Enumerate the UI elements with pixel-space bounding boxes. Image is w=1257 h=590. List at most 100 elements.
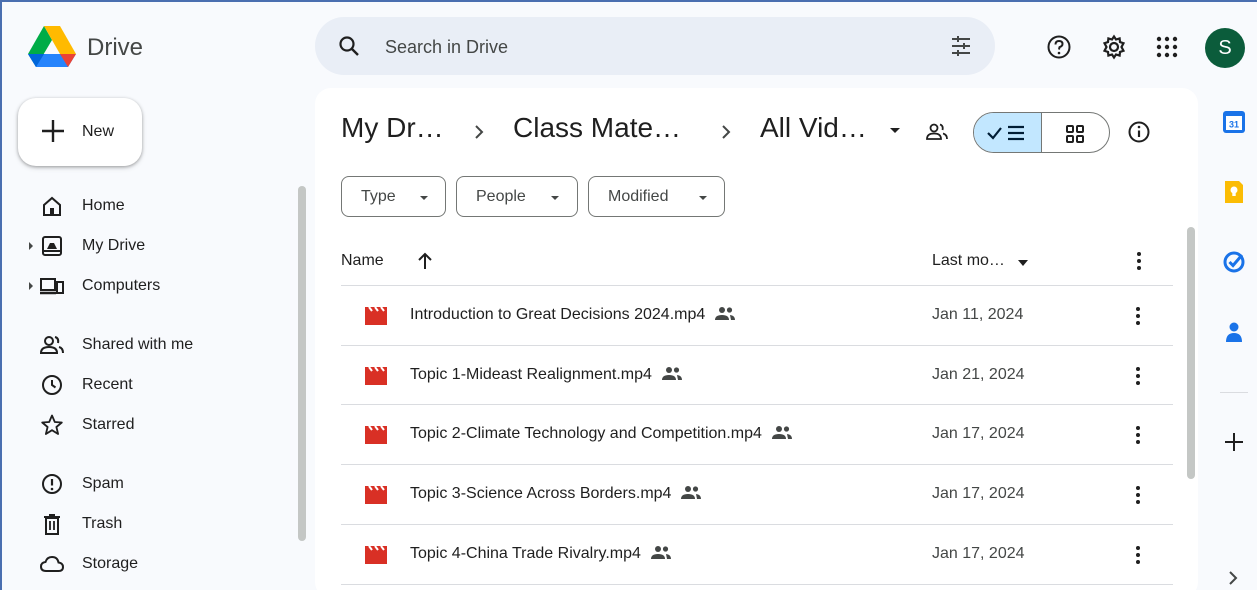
- expand-caret-icon[interactable]: [29, 282, 33, 290]
- chevron-right-icon[interactable]: [1227, 570, 1239, 586]
- my-drive-icon: [42, 236, 62, 256]
- file-modified-date: Jan 17, 2024: [932, 545, 1025, 562]
- keep-notes-icon[interactable]: [1222, 180, 1246, 204]
- file-row[interactable]: Topic 2-Climate Technology and Competiti…: [341, 405, 1173, 464]
- file-modified-date: Jan 21, 2024: [932, 366, 1025, 383]
- more-vert-icon[interactable]: [1135, 306, 1141, 326]
- sort-caret-icon[interactable]: [1018, 260, 1028, 266]
- file-row[interactable]: Topic 3-Science Across Borders.mp4 Jan 1…: [341, 465, 1173, 524]
- view-toggle: [973, 112, 1110, 153]
- sidebar-item-home[interactable]: Home: [0, 188, 295, 224]
- more-vert-icon[interactable]: [1135, 366, 1141, 386]
- clock-icon: [42, 375, 62, 395]
- breadcrumb-item[interactable]: My Dr…: [341, 112, 444, 144]
- file-row[interactable]: Topic 1-Mideast Realignment.mp4 Jan 21, …: [341, 346, 1173, 405]
- chevron-down-icon: [551, 196, 559, 200]
- shared-people-icon: [661, 367, 682, 380]
- column-header-name[interactable]: Name: [341, 252, 384, 270]
- account-avatar[interactable]: S: [1205, 28, 1245, 68]
- file-list-scrollbar[interactable]: [1187, 227, 1195, 479]
- more-vert-icon[interactable]: [1135, 425, 1141, 445]
- sidebar-scrollbar[interactable]: [298, 186, 306, 541]
- breadcrumb-item[interactable]: Class Mate…: [513, 112, 681, 144]
- sidebar-item-label: My Drive: [82, 237, 146, 254]
- file-modified-date: Jan 11, 2024: [932, 306, 1024, 323]
- breadcrumb-current[interactable]: All Vid…: [760, 112, 867, 144]
- sidebar-item-label: Home: [82, 197, 125, 214]
- file-name[interactable]: Topic 4-China Trade Rivalry.mp4: [410, 545, 671, 563]
- new-button[interactable]: New: [18, 98, 142, 166]
- grid-view-icon: [1066, 125, 1084, 143]
- app-title: Drive: [87, 34, 144, 61]
- chevron-right-icon: [475, 125, 484, 139]
- chip-label: People: [476, 188, 526, 205]
- search-options-icon[interactable]: [949, 34, 973, 58]
- sidebar-item-label: Trash: [82, 515, 123, 532]
- sidebar-item-starred[interactable]: Starred: [0, 407, 295, 443]
- video-file-icon: [365, 367, 387, 385]
- plus-icon: [42, 120, 64, 142]
- shared-people-icon: [681, 486, 702, 499]
- sidebar-item-computers[interactable]: Computers: [0, 268, 295, 304]
- help-icon[interactable]: [1046, 34, 1072, 60]
- shared-folder-icon[interactable]: [925, 120, 949, 144]
- more-vert-icon[interactable]: [1135, 485, 1141, 505]
- more-vert-icon[interactable]: [1135, 545, 1141, 565]
- cloud-icon: [40, 555, 64, 572]
- calendar-icon[interactable]: 31: [1222, 110, 1246, 134]
- sidebar-item-label: Shared with me: [82, 336, 194, 353]
- file-name[interactable]: Topic 3-Science Across Borders.mp4: [410, 485, 702, 503]
- search-icon[interactable]: [337, 34, 361, 58]
- file-name[interactable]: Introduction to Great Decisions 2024.mp4: [410, 306, 736, 324]
- chevron-down-icon: [420, 196, 428, 200]
- file-row[interactable]: Introduction to Great Decisions 2024.mp4…: [341, 286, 1173, 345]
- settings-gear-icon[interactable]: [1101, 34, 1127, 60]
- check-list-icon: [987, 125, 1024, 141]
- shared-people-icon: [771, 426, 792, 439]
- sort-arrow-up-icon[interactable]: [416, 251, 434, 271]
- new-button-label: New: [82, 123, 115, 140]
- chip-label: Type: [361, 188, 396, 205]
- file-name[interactable]: Topic 1-Mideast Realignment.mp4: [410, 366, 682, 384]
- search-bar[interactable]: Search in Drive: [315, 17, 995, 75]
- sidebar-item-my-drive[interactable]: My Drive: [0, 228, 295, 264]
- shared-people-icon: [715, 307, 736, 320]
- star-icon: [41, 414, 63, 435]
- file-row[interactable]: Topic 4-China Trade Rivalry.mp4 Jan 17, …: [341, 525, 1173, 584]
- filter-type-chip[interactable]: Type: [341, 176, 446, 217]
- file-modified-date: Jan 17, 2024: [932, 425, 1025, 442]
- drive-logo[interactable]: [28, 26, 76, 68]
- folder-menu-caret-icon[interactable]: [890, 128, 900, 133]
- calendar-day-number: 31: [1229, 120, 1239, 130]
- contacts-icon[interactable]: [1222, 320, 1246, 344]
- chevron-right-icon: [722, 125, 731, 139]
- sidebar-item-spam[interactable]: Spam: [0, 466, 295, 502]
- video-file-icon: [365, 307, 387, 325]
- file-name[interactable]: Topic 2-Climate Technology and Competiti…: [410, 425, 792, 443]
- apps-grid-icon[interactable]: [1154, 34, 1180, 60]
- column-header-last-modified[interactable]: Last mo…: [932, 252, 1005, 270]
- shared-people-icon: [40, 336, 64, 354]
- add-addon-plus-icon[interactable]: [1222, 430, 1246, 454]
- sidebar-item-label: Recent: [82, 376, 133, 393]
- search-input[interactable]: Search in Drive: [385, 37, 508, 58]
- sidebar-item-shared-with-me[interactable]: Shared with me: [0, 327, 295, 363]
- info-icon[interactable]: [1127, 120, 1151, 144]
- computers-icon: [40, 278, 64, 295]
- chip-label: Modified: [608, 188, 669, 205]
- filter-modified-chip[interactable]: Modified: [588, 176, 725, 217]
- home-icon: [43, 196, 61, 216]
- expand-caret-icon[interactable]: [29, 242, 33, 250]
- sidebar-item-recent[interactable]: Recent: [0, 367, 295, 403]
- list-view-button[interactable]: [974, 113, 1042, 152]
- filter-people-chip[interactable]: People: [456, 176, 578, 217]
- shared-people-icon: [650, 546, 671, 559]
- sidebar-item-trash[interactable]: Trash: [0, 506, 295, 542]
- row-divider: [341, 584, 1173, 585]
- sidebar-item-label: Computers: [82, 277, 161, 294]
- tasks-icon[interactable]: [1222, 250, 1246, 274]
- trash-icon: [44, 514, 60, 535]
- sidebar-item-storage[interactable]: Storage: [0, 546, 295, 582]
- more-vert-icon[interactable]: [1135, 251, 1143, 271]
- file-modified-date: Jan 17, 2024: [932, 485, 1025, 502]
